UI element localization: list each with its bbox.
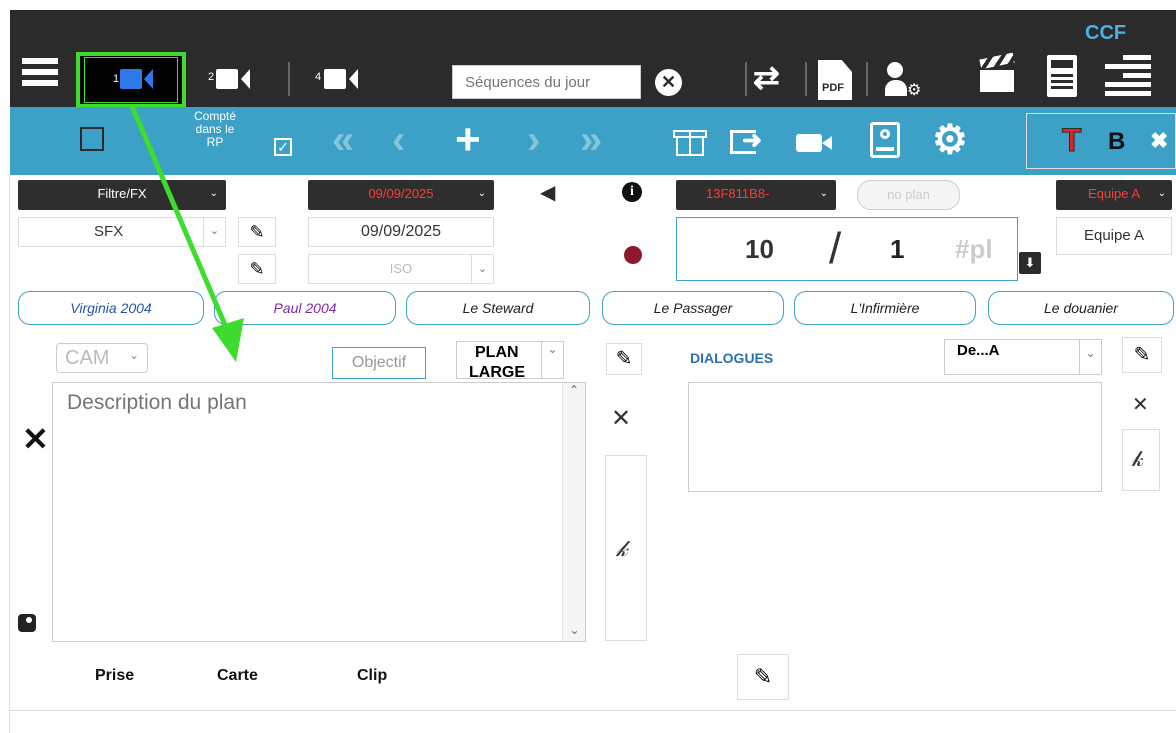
character-tab-douanier[interactable]: Le douanier (988, 291, 1174, 325)
chevron-down-icon: ⌄ (819, 188, 828, 199)
left-border (9, 175, 10, 733)
plan-select-line1: PLAN (475, 344, 519, 361)
bottom-divider (10, 710, 1176, 711)
dialogue-signature-button[interactable]: 𝓀 (1122, 429, 1160, 491)
divider (866, 62, 868, 96)
clear-dialogue-icon[interactable]: ✕ (1132, 392, 1149, 417)
signature-icon: 𝓀 (1132, 446, 1144, 471)
chevron-down-icon: ⌄ (1157, 188, 1166, 199)
clear-search-icon[interactable]: ✕ (655, 69, 682, 96)
close-icon[interactable]: ✕ (22, 420, 49, 458)
select-checkbox[interactable] (80, 127, 104, 151)
date-select[interactable]: 09/09/2025 ⌄ (308, 180, 494, 210)
scroll-down-icon[interactable]: ⌄ (563, 623, 586, 637)
team-select-label: Equipe A (1087, 186, 1141, 201)
description-textarea[interactable] (52, 382, 586, 642)
divider (805, 62, 807, 96)
camera-4-icon[interactable] (324, 67, 364, 91)
text-color-button[interactable]: T (1062, 122, 1083, 159)
scroll-up-icon[interactable]: ⌃ (563, 383, 585, 397)
info-icon[interactable]: i (622, 182, 642, 202)
chevron-down-icon: ⌄ (541, 342, 563, 378)
chevron-down-icon: ⌄ (1079, 340, 1101, 374)
calculator-icon[interactable] (1047, 55, 1077, 97)
plan-counter: 10 / 1 #pl (676, 217, 1018, 281)
signature-icon: 𝓀 (616, 536, 628, 561)
counter-sep: / (829, 224, 842, 273)
record-icon[interactable] (624, 246, 642, 264)
cam-1-number: 1 (113, 73, 120, 85)
prev-icon[interactable]: ‹ (392, 118, 405, 163)
dialogues-textarea[interactable] (688, 382, 1102, 492)
counter-suffix: #pl (955, 234, 993, 264)
description-scrollbar[interactable]: ⌃ ⌄ (562, 383, 585, 641)
compte-checkbox[interactable]: ✓ (274, 138, 292, 156)
date-select-label: 09/09/2025 (368, 186, 434, 201)
code-select[interactable]: 13F811B8- ⌄ (676, 180, 836, 210)
counter-num: 10 (745, 234, 774, 264)
user-settings-icon[interactable]: ⚙ (885, 62, 925, 99)
gift-icon[interactable] (673, 122, 707, 156)
next-icon[interactable]: › (527, 118, 540, 163)
speaker-select[interactable]: De...A ⌄ (944, 339, 1102, 375)
chevron-down-icon: ⌄ (477, 188, 486, 199)
objectif-button[interactable]: Objectif (332, 347, 426, 379)
plan-select-line2: LARGE (469, 364, 525, 379)
last-icon[interactable]: » (580, 118, 602, 163)
camera-icon (120, 67, 160, 91)
dialogues-label: DIALOGUES (690, 350, 774, 366)
code-select-label: 13F811B8- (706, 186, 770, 201)
clear-plan-icon[interactable]: ✕ (611, 404, 631, 433)
chevron-down-icon: ⌄ (471, 255, 493, 283)
edit-dialogue-icon[interactable]: ✎ (1122, 337, 1162, 373)
date-field[interactable]: 09/09/2025 (308, 217, 494, 247)
divider (745, 62, 747, 96)
no-plan-button[interactable]: no plan (857, 180, 960, 210)
iso-select-label: ISO (389, 261, 413, 276)
clapperboard-icon[interactable] (979, 52, 1016, 94)
camera-2-icon[interactable] (216, 67, 256, 91)
clear-format-button[interactable]: ✖ (1150, 128, 1168, 154)
mute-icon[interactable]: ◀ (540, 180, 555, 205)
divider (288, 62, 290, 96)
signature-panel[interactable]: 𝓀 (605, 455, 647, 641)
video-camera-icon[interactable] (796, 130, 836, 154)
team-select[interactable]: Equipe A ⌄ (1056, 180, 1172, 210)
plan-select[interactable]: PLAN LARGE ⌄ (456, 341, 564, 379)
speaker-select-label: De...A (957, 342, 1000, 359)
swap-icon[interactable]: ⇄ (753, 58, 780, 96)
cam-4-number: 4 (315, 71, 322, 83)
bold-button[interactable]: B (1108, 128, 1125, 156)
sequences-search-input[interactable] (452, 65, 641, 99)
share-icon[interactable]: ➜ (730, 126, 768, 156)
character-tab-steward[interactable]: Le Steward (406, 291, 590, 325)
arrow-down-icon[interactable]: ⬇ (1019, 252, 1041, 274)
character-tab-passager[interactable]: Le Passager (602, 291, 784, 325)
sfx-select-label: SFX (94, 223, 124, 240)
edit-bottom-icon[interactable]: ✎ (737, 654, 789, 700)
character-tab-infirmiere[interactable]: L'Infirmière (794, 291, 976, 325)
portrait-icon[interactable] (870, 122, 900, 158)
brand-logo: CCF (1085, 22, 1127, 44)
cam-2-number: 2 (208, 71, 215, 83)
annotation-arrow (129, 105, 244, 362)
menu-icon[interactable] (22, 58, 58, 88)
edit-plan-icon[interactable]: ✎ (606, 343, 642, 375)
carte-label[interactable]: Carte (217, 667, 258, 685)
counter-den: 1 (890, 234, 905, 264)
prise-label[interactable]: Prise (95, 667, 134, 685)
list-menu-icon[interactable] (1105, 55, 1151, 97)
add-icon[interactable]: + (455, 115, 481, 165)
first-icon[interactable]: « (332, 118, 354, 163)
iso-select[interactable]: ISO ⌄ (308, 254, 494, 284)
cam-select-label: CAM (65, 347, 110, 369)
settings-icon[interactable]: ⚙ (932, 117, 968, 163)
clip-label[interactable]: Clip (357, 667, 387, 685)
team-field[interactable]: Equipe A (1056, 217, 1172, 255)
image-icon[interactable] (18, 614, 36, 632)
